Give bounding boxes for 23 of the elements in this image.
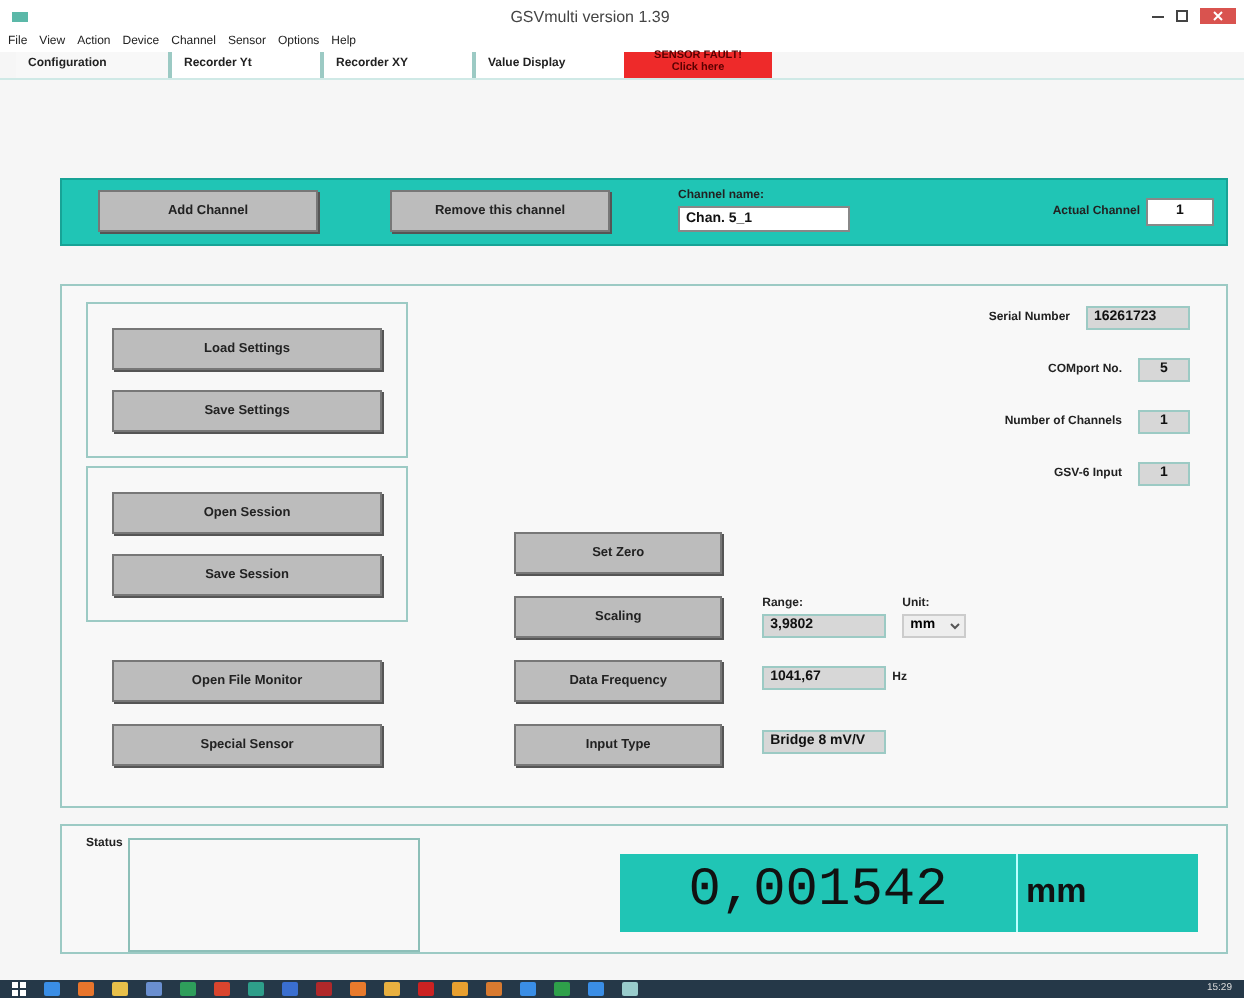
taskbar-app-icon[interactable] [350,981,366,996]
taskbar-app-icon[interactable] [248,981,264,996]
chevron-down-icon [950,621,961,630]
reading-value: 0,001542 [620,853,1018,932]
taskbar-app-icon[interactable] [146,981,162,996]
taskbar-app-icon[interactable] [78,981,94,996]
close-icon[interactable] [1200,8,1236,25]
app-icon [12,11,28,22]
taskbar-app-icon[interactable] [520,981,536,996]
taskbar-app-icon[interactable] [452,981,468,996]
taskbar-app-icon[interactable] [384,981,400,996]
window-title: GSVmulti version 1.39 [510,7,670,26]
minimize-icon[interactable] [1152,13,1164,20]
reading-unit: mm [1024,870,1089,915]
maximize-icon[interactable] [1176,10,1188,23]
taskbar-app-icon[interactable] [44,981,60,996]
start-icon[interactable] [12,981,26,996]
taskbar-app-icon[interactable] [588,981,604,996]
taskbar-app-icon[interactable] [112,981,128,996]
taskbar-app-icon[interactable] [554,981,570,996]
taskbar-app-icon[interactable] [486,981,502,996]
taskbar-app-icon[interactable] [180,981,196,996]
taskbar-app-icon[interactable] [622,981,638,996]
